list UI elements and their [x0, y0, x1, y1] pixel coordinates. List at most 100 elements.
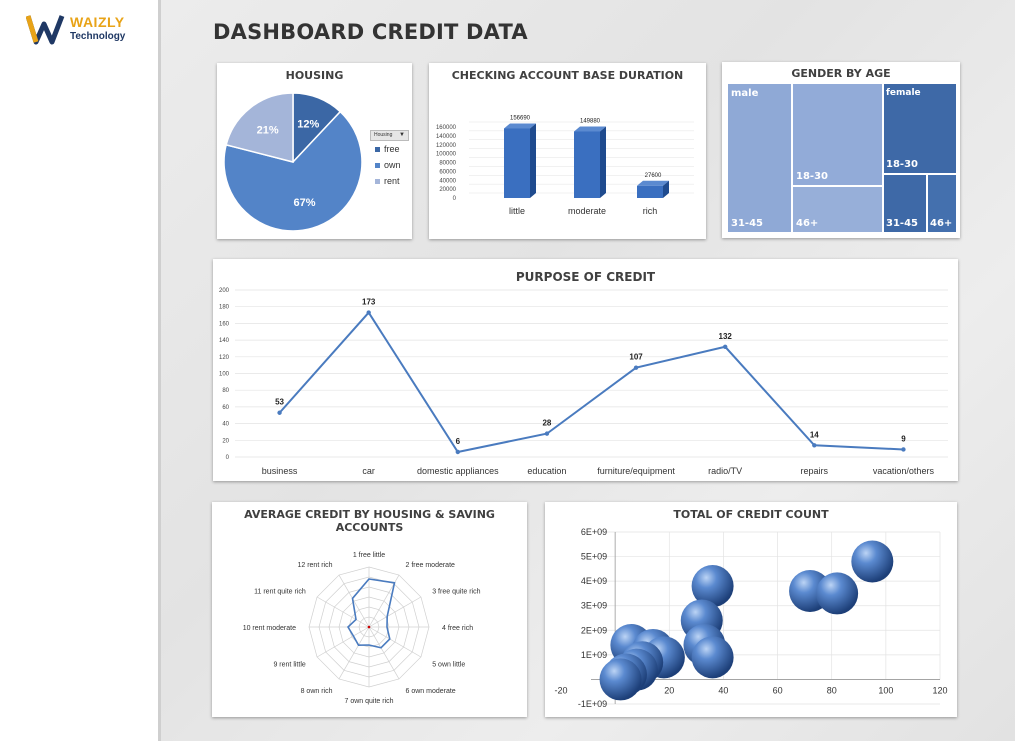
radar-axis-label: 12 rent rich — [297, 562, 332, 569]
data-label: 28 — [542, 419, 551, 428]
bar-little — [504, 128, 530, 198]
y-tick-label: 120 — [219, 355, 230, 361]
treemap-label: 18-30 — [796, 171, 828, 182]
radar-axis-label: 6 own moderate — [406, 688, 456, 695]
radar-spoke — [368, 596, 422, 628]
radar-axis-label: 5 own little — [432, 662, 465, 669]
y-tick-label: 100 — [219, 372, 230, 378]
housing-card[interactable]: HOUSING 12% 67% 21% Housing ▼ free own ren… — [217, 63, 412, 239]
radar-chart: 1 free little 2 free moderate 3 free quite… — [243, 552, 481, 705]
data-point — [901, 447, 906, 452]
radar-axis-label: 8 own rich — [301, 688, 333, 695]
bar-rich — [637, 185, 663, 198]
x-tick-label: vacation/others — [873, 466, 935, 476]
radar-center — [367, 625, 371, 629]
radar-axis-label: 4 free rich — [442, 625, 473, 632]
y-tick-label: 20000 — [439, 187, 456, 193]
checking-card[interactable]: CHECKING ACCOUNT BASE DURATION 0 20000 400… — [429, 63, 706, 239]
x-tick-label: rich — [643, 206, 658, 216]
legend-swatch-icon — [375, 147, 380, 152]
treemap-male-46[interactable]: 46+ — [792, 186, 883, 233]
data-point — [366, 310, 371, 315]
brand-subtitle: Technology — [70, 31, 126, 42]
x-tick-label: repairs — [801, 466, 829, 476]
radar-spoke — [368, 626, 422, 658]
data-label: 173 — [362, 298, 376, 307]
page-title: DASHBOARD CREDIT DATA — [213, 20, 528, 44]
brand-name: WAIZLY — [70, 14, 125, 30]
bubble-point — [851, 540, 894, 583]
x-tick-label: 20 — [664, 685, 674, 695]
x-tick-label: education — [527, 466, 566, 476]
y-tick-label: 40 — [222, 422, 229, 428]
legend-label: rent — [384, 176, 400, 186]
radar-axis-label: 11 rent quite rich — [254, 589, 306, 596]
y-tick-label: 2E+09 — [581, 625, 607, 635]
treemap-male-18-30[interactable]: 18-30 — [792, 83, 883, 186]
bar-side — [600, 126, 606, 198]
treemap-label: 18-30 — [886, 159, 918, 170]
treemap-female-18-30[interactable]: female 18-30 — [883, 83, 957, 174]
y-tick-label: 160000 — [436, 125, 457, 131]
data-label: 14 — [810, 430, 819, 439]
radar-card[interactable]: AVERAGE CREDIT BY HOUSING & SAVING ACCOU… — [212, 502, 527, 717]
purpose-card[interactable]: PURPOSE OF CREDIT 0 20 40 60 80 100 120 140 160 1… — [213, 259, 958, 481]
radar-spoke — [316, 596, 370, 628]
x-tick-label: 80 — [827, 685, 837, 695]
x-tick-label: moderate — [568, 206, 606, 216]
y-tick-label: 6E+09 — [581, 527, 607, 537]
y-tick-label: 160 — [219, 321, 230, 327]
radar-axis-label: 3 free quite rich — [432, 589, 480, 596]
housing-filter-label: Housing — [374, 132, 393, 138]
y-tick-label: 20 — [222, 438, 229, 444]
waizly-logo-icon — [25, 15, 65, 45]
legend-item-free: free — [375, 144, 401, 160]
y-tick-label: 60 — [222, 405, 229, 411]
gender-card[interactable]: GENDER BY AGE male 31-45 18-30 46+ femal… — [722, 62, 960, 238]
brand-logo[interactable]: WAIZLY Technology — [25, 12, 136, 46]
radar-axis-label: 1 free little — [353, 552, 385, 559]
y-tick-label: 120000 — [436, 143, 457, 149]
gender-title: GENDER BY AGE — [791, 67, 891, 80]
data-point — [277, 410, 282, 415]
legend-swatch-icon — [375, 179, 380, 184]
y-tick-label: 140 — [219, 338, 230, 344]
treemap-female-46[interactable]: 46+ — [927, 174, 957, 233]
treemap-label: 46+ — [796, 218, 819, 229]
radar-axis-label: 7 own quite rich — [344, 698, 393, 705]
bar-data-label: 156690 — [510, 115, 531, 121]
radar-axis-label: 10 rent moderate — [243, 625, 296, 632]
y-tick-label: 200 — [219, 288, 230, 294]
y-tick-label: 40000 — [439, 178, 456, 184]
legend-label: own — [384, 160, 401, 170]
treemap-male-31-45[interactable]: male 31-45 — [727, 83, 792, 233]
legend-label: free — [384, 144, 400, 154]
radar-spoke — [316, 626, 370, 658]
chevron-down-icon: ▼ — [399, 132, 405, 138]
treemap-label: 31-45 — [731, 218, 763, 229]
housing-legend: free own rent — [375, 144, 401, 192]
housing-filter-button[interactable]: Housing ▼ — [370, 130, 409, 141]
y-tick-label: 140000 — [436, 134, 457, 140]
data-label: 107 — [629, 353, 643, 362]
data-label: 53 — [275, 398, 284, 407]
y-tick-label: 100000 — [436, 152, 457, 158]
data-label: 132 — [719, 332, 733, 341]
y-tick-label: -1E+09 — [578, 699, 607, 709]
treemap-label: 46+ — [930, 218, 953, 229]
bubble-card[interactable]: TOTAL OF CREDIT COUNT -1E+0901E+092E+093… — [545, 502, 957, 717]
treemap-female-31-45[interactable]: 31-45 — [883, 174, 927, 233]
radar-spoke — [368, 626, 400, 680]
x-tick-label: -20 — [554, 685, 567, 695]
y-tick-label: 180 — [219, 305, 230, 311]
pie-data-label: 12% — [297, 119, 319, 131]
bar-data-label: 149880 — [580, 118, 601, 124]
bubble-point — [599, 658, 642, 701]
purpose-line-chart: 0 20 40 60 80 100 120 140 160 180 200 53 business 173… — [219, 288, 948, 476]
legend-swatch-icon — [375, 163, 380, 168]
bar-side — [530, 123, 536, 198]
y-tick-label: 80000 — [439, 161, 456, 167]
legend-item-rent: rent — [375, 176, 401, 192]
x-tick-label: little — [509, 206, 525, 216]
data-label: 9 — [901, 434, 906, 443]
